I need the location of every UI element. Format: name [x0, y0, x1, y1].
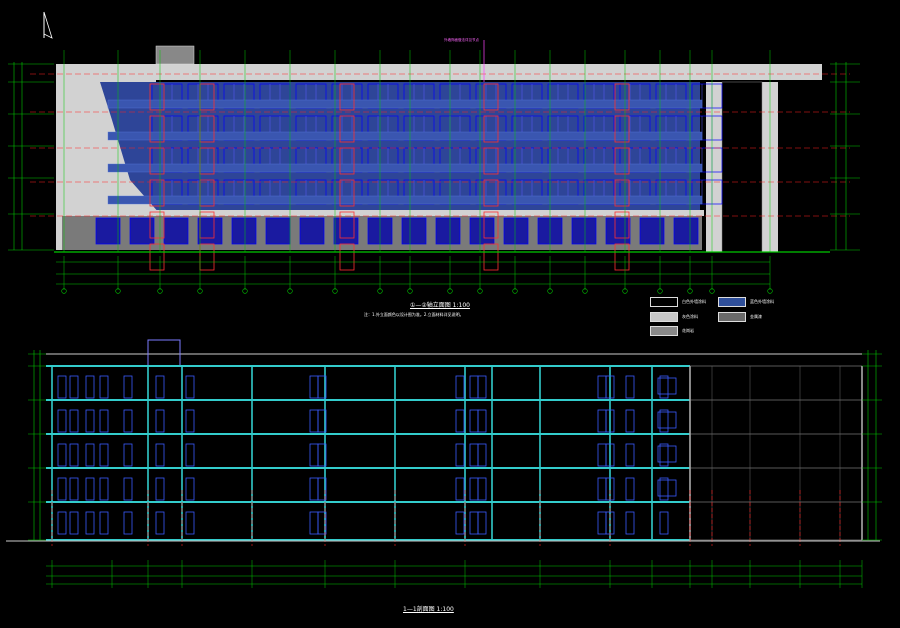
elevation-title: ①—②轴立面图 1:100	[410, 302, 470, 309]
callout-note: 外墙饰面做法详见节点	[444, 38, 479, 42]
legend-label: 白色外墙涂料	[682, 299, 706, 304]
section-title: 1—1剖面图 1:100	[403, 606, 454, 613]
legend-item: 蓝色外墙涂料	[718, 297, 774, 307]
legend-label: 灰色涂料	[682, 314, 698, 319]
legend-swatch	[718, 297, 746, 307]
legend-item: 金属漆	[718, 312, 762, 322]
legend-item: 灰色涂料	[650, 312, 698, 322]
legend-swatch	[650, 297, 678, 307]
legend-item: 花岗岩	[650, 326, 694, 336]
legend-label: 蓝色外墙涂料	[750, 299, 774, 304]
elevation-note: 注：1.外立面颜色以设计图为准。2.立面材料详见说明。	[364, 312, 464, 317]
cad-drawing: ①—②轴立面图 1:100 注：1.外立面颜色以设计图为准。2.立面材料详见说明…	[0, 0, 900, 624]
legend-swatch	[718, 312, 746, 322]
legend-label: 金属漆	[750, 314, 762, 319]
legend-label: 花岗岩	[682, 328, 694, 333]
legend-swatch	[650, 312, 678, 322]
legend-swatch	[650, 326, 678, 336]
elevation-drawing	[30, 40, 850, 271]
legend-item: 白色外墙涂料	[650, 297, 706, 307]
